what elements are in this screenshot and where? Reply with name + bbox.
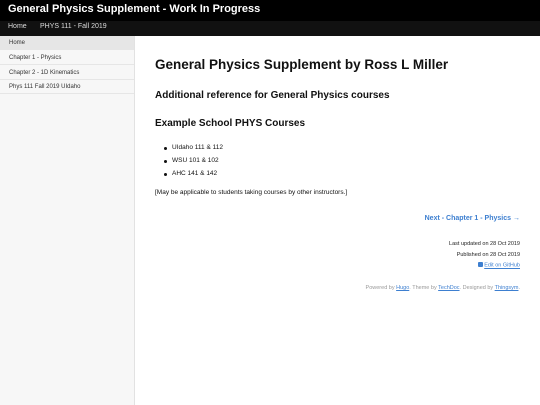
- site-header: General Physics Supplement - Work In Pro…: [0, 0, 540, 21]
- page-subtitle: Additional reference for General Physics…: [155, 90, 390, 101]
- edit-icon: [478, 262, 484, 267]
- bullet-icon: [164, 172, 167, 176]
- sidebar-item-home[interactable]: Home: [0, 36, 134, 50]
- list-item: AHC 141 & 142: [155, 169, 223, 182]
- last-updated: Last updated on 28 Oct 2019: [449, 241, 520, 247]
- bullet-icon: [164, 146, 167, 150]
- techdoc-link[interactable]: TechDoc: [438, 285, 459, 291]
- sidebar-item-chapter-2[interactable]: Chapter 2 - 1D Kinematics: [0, 66, 134, 80]
- next-chapter-label: Next - Chapter 1 - Physics: [424, 215, 511, 222]
- applicability-note: [May be applicable to students taking co…: [155, 189, 348, 196]
- site-title[interactable]: General Physics Supplement - Work In Pro…: [8, 3, 260, 15]
- course-label: UIdaho 111 & 112: [172, 144, 223, 151]
- footer-powered-by: Powered by: [365, 285, 395, 291]
- sidebar-item-phys-111[interactable]: Phys 111 Fall 2019 UIdaho: [0, 80, 134, 94]
- sidebar-item-chapter-1[interactable]: Chapter 1 - Physics: [0, 51, 134, 65]
- footer-theme-by: . Theme by: [409, 285, 437, 291]
- thingsym-link[interactable]: Thingsym: [495, 285, 519, 291]
- course-label: AHC 141 & 142: [172, 170, 218, 177]
- published-date: Published on 28 Oct 2019: [456, 252, 520, 258]
- bullet-icon: [164, 159, 167, 163]
- footer-end: .: [518, 285, 520, 291]
- footer: Powered by Hugo. Theme by TechDoc. Desig…: [366, 285, 520, 291]
- course-list: UIdaho 111 & 112 WSU 101 & 102 AHC 141 &…: [155, 143, 223, 182]
- hugo-link[interactable]: Hugo: [396, 285, 409, 291]
- sidebar: Home Chapter 1 - Physics Chapter 2 - 1D …: [0, 36, 135, 405]
- edit-on-github[interactable]: Edit on GitHub: [478, 262, 520, 269]
- list-item: WSU 101 & 102: [155, 156, 223, 169]
- top-nav: Home PHYS 111 - Fall 2019: [0, 21, 540, 36]
- course-label: WSU 101 & 102: [172, 157, 219, 164]
- list-item: UIdaho 111 & 112: [155, 143, 223, 156]
- section-heading: Example School PHYS Courses: [155, 118, 306, 129]
- nav-course-link[interactable]: PHYS 111 - Fall 2019: [40, 23, 107, 30]
- nav-home-link[interactable]: Home: [8, 23, 27, 30]
- edit-on-github-link[interactable]: Edit on GitHub: [484, 263, 520, 269]
- next-chapter-link[interactable]: Next - Chapter 1 - Physics →: [425, 215, 520, 222]
- footer-designed-by: . Designed by: [459, 285, 494, 291]
- page-title: General Physics Supplement by Ross L Mil…: [155, 57, 449, 72]
- arrow-right-icon: →: [513, 215, 520, 222]
